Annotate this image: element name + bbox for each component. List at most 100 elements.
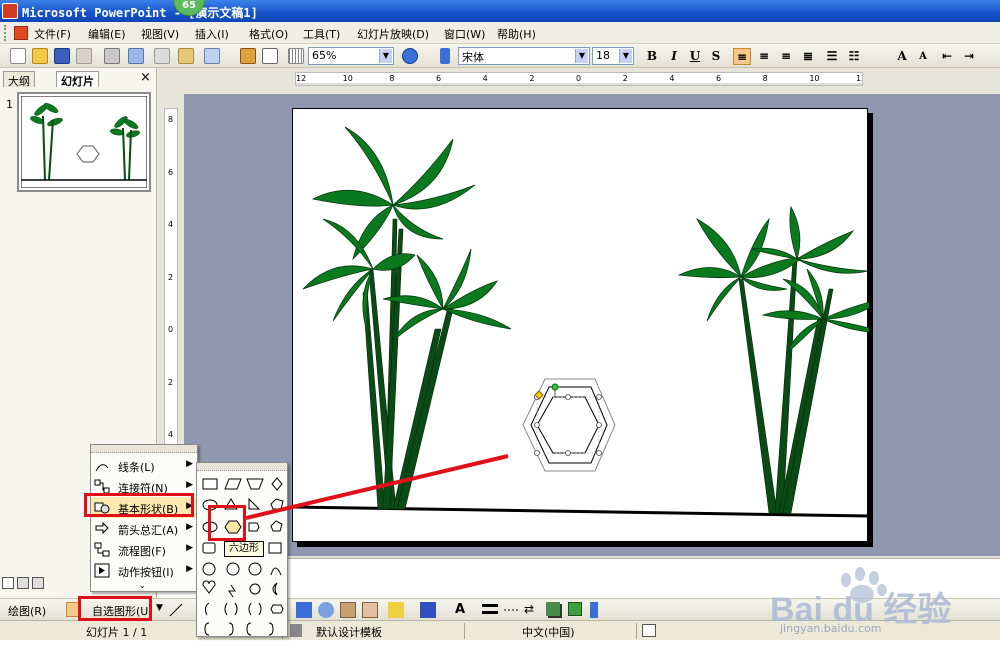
- line-tool-icon[interactable]: [168, 602, 184, 618]
- align-center-icon[interactable]: ≡: [755, 48, 773, 65]
- chevron-down-icon[interactable]: ▼: [575, 49, 588, 63]
- close-icon[interactable]: ×: [140, 70, 151, 85]
- menu-window[interactable]: 窗口(W): [444, 26, 485, 42]
- palette-grip-handle[interactable]: [197, 463, 287, 471]
- normal-view-icon[interactable]: [2, 577, 14, 589]
- connectors-icon: [94, 479, 110, 494]
- menu-tools[interactable]: 工具(T): [303, 26, 340, 42]
- menu-bar: 文件(F) 编辑(E) 视图(V) 插入(I) 格式(O) 工具(T) 幻灯片放…: [0, 22, 1000, 44]
- bullets-icon[interactable]: ☷: [845, 48, 863, 65]
- align-right-icon[interactable]: ≡: [777, 48, 795, 65]
- menubar-grip-handle[interactable]: [4, 25, 7, 41]
- slide-drawing: [292, 126, 888, 518]
- spelling-icon[interactable]: [128, 48, 144, 64]
- paste-icon[interactable]: [178, 48, 194, 64]
- toolbar-options-icon[interactable]: [590, 602, 598, 618]
- line-color-icon[interactable]: [420, 602, 436, 618]
- bottom-strip: [0, 640, 1000, 669]
- ruler-label: 2: [168, 377, 174, 387]
- slide-thumbnail[interactable]: [17, 92, 151, 192]
- ruler-label: 8: [389, 74, 395, 83]
- italic-button[interactable]: I: [665, 48, 683, 65]
- shadow-style-icon[interactable]: [546, 602, 560, 616]
- document-icon[interactable]: [14, 26, 28, 40]
- ruler-label: 0: [168, 325, 174, 334]
- bold-button[interactable]: B: [643, 48, 661, 65]
- dash-style-icon[interactable]: [503, 602, 519, 618]
- diagram-icon[interactable]: [318, 602, 334, 618]
- underline-button[interactable]: U: [686, 48, 704, 65]
- menu-grip-handle[interactable]: [91, 445, 197, 453]
- window-title: Microsoft PowerPoint - [演示文稿1]: [22, 6, 258, 20]
- insert-table-icon[interactable]: [262, 48, 278, 64]
- undo-icon[interactable]: [204, 48, 220, 64]
- 3d-style-icon[interactable]: [568, 602, 582, 616]
- slide-canvas[interactable]: [292, 108, 888, 542]
- align-left-icon[interactable]: ≡: [733, 48, 751, 65]
- menu-view[interactable]: 视图(V): [141, 26, 179, 42]
- font-size-select[interactable]: 18 ▼: [592, 47, 634, 65]
- tab-outline[interactable]: 大纲: [3, 71, 35, 88]
- powerpoint-app-icon[interactable]: [2, 3, 18, 19]
- horizontal-ruler[interactable]: 12 10 8 6 4 2 0 2 4 6 8 10 12: [295, 72, 863, 86]
- open-folder-icon[interactable]: [32, 48, 48, 64]
- arrow-style-icon[interactable]: ⇄: [524, 602, 540, 618]
- chevron-down-icon[interactable]: ▼: [379, 49, 392, 63]
- menu-item-block-arrows[interactable]: 箭头总汇(A) ▶: [91, 518, 197, 539]
- highlight-hexagon-shape: [208, 505, 246, 541]
- slide-number: 1: [6, 98, 13, 111]
- chevron-down-icon[interactable]: ▼: [156, 603, 163, 613]
- numbering-icon[interactable]: ☰: [823, 48, 841, 65]
- new-document-icon[interactable]: [10, 48, 26, 64]
- menu-format[interactable]: 格式(O): [249, 26, 288, 42]
- font-color-icon[interactable]: A: [452, 602, 468, 618]
- clip-art-icon[interactable]: [340, 602, 356, 618]
- autoshapes-menu: 线条(L) ▶ 连接符(N) ▶ 基本形状(B) ▶ 箭头总汇(A) ▶ 流程图(F) ▶…: [90, 444, 198, 592]
- copy-icon[interactable]: [154, 48, 170, 64]
- chevron-down-icon[interactable]: ▼: [619, 49, 632, 63]
- menu-slideshow[interactable]: 幻灯片放映(D): [357, 26, 429, 42]
- title-bar: Microsoft PowerPoint - [演示文稿1]: [0, 0, 1000, 22]
- ruler-label: 6: [436, 74, 442, 83]
- zoom-value: 65%: [312, 49, 337, 62]
- menu-insert[interactable]: 插入(I): [195, 26, 229, 42]
- shrink-font-button[interactable]: A: [914, 48, 932, 65]
- menu-item-action-buttons[interactable]: 动作按钮(I) ▶: [91, 560, 197, 581]
- grow-font-button[interactable]: A: [893, 48, 911, 65]
- tab-slides[interactable]: 幻灯片: [56, 71, 99, 88]
- help-icon[interactable]: [402, 48, 418, 64]
- grid-icon[interactable]: [288, 48, 304, 64]
- increase-indent-icon[interactable]: ⇥: [960, 48, 978, 65]
- distributed-align-icon[interactable]: ≣: [799, 48, 817, 65]
- slide-sorter-icon[interactable]: [17, 577, 29, 589]
- draw-menu-button[interactable]: 绘图(R): [8, 603, 46, 619]
- menu-item-lines[interactable]: 线条(L) ▶: [91, 455, 197, 476]
- ruler-label: 4: [168, 430, 174, 439]
- font-name-select[interactable]: 宋体 ▼: [458, 47, 590, 65]
- block-arrows-icon: [94, 521, 110, 536]
- menu-file[interactable]: 文件(F): [34, 26, 71, 42]
- ruler-label: 4: [669, 74, 675, 83]
- line-style-icon[interactable]: [482, 604, 498, 614]
- slideshow-view-icon[interactable]: [32, 577, 44, 589]
- print-icon[interactable]: [104, 48, 120, 64]
- slide-position-status: 幻灯片 1 / 1: [86, 626, 148, 639]
- menu-help[interactable]: 帮助(H): [497, 26, 536, 42]
- ruler-label: 0: [576, 74, 582, 83]
- menu-item-flowchart[interactable]: 流程图(F) ▶: [91, 539, 197, 560]
- wordart-icon[interactable]: [296, 602, 312, 618]
- insert-chart-icon[interactable]: [240, 48, 256, 64]
- fill-color-icon[interactable]: [388, 602, 404, 618]
- expand-menu-chevron-icon[interactable]: ⌄: [139, 581, 146, 590]
- menu-edit[interactable]: 编辑(E): [88, 26, 126, 42]
- spelling-status-icon[interactable]: [642, 624, 656, 637]
- insert-picture-icon[interactable]: [362, 602, 378, 618]
- zoom-select[interactable]: 65% ▼: [308, 47, 394, 65]
- save-icon[interactable]: [54, 48, 70, 64]
- toolbar-options-icon[interactable]: [440, 48, 450, 64]
- selected-hexagon-shape: [522, 378, 616, 472]
- permission-icon[interactable]: [76, 48, 92, 64]
- shadow-button[interactable]: S: [707, 48, 725, 65]
- flowchart-icon: [94, 542, 110, 557]
- decrease-indent-icon[interactable]: ⇤: [938, 48, 956, 65]
